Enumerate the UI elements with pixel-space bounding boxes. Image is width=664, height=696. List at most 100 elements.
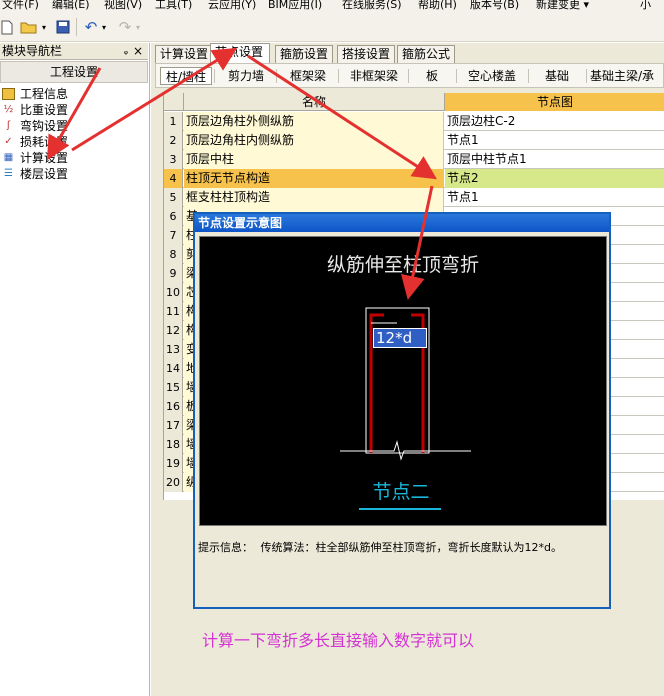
menu-cloud[interactable]: 云应用(Y) — [208, 0, 256, 12]
menu-more[interactable]: 小 — [640, 0, 651, 12]
row-number: 7 — [164, 226, 183, 245]
tab-label: 计算设置 — [160, 47, 209, 61]
menu-online[interactable]: 在线服务(S) — [342, 0, 402, 12]
toolbar: ▾ ↶ ▾ ↷ ▾ — [0, 12, 664, 42]
tab-separator — [586, 69, 587, 83]
tab-label: 搭接设置 — [342, 47, 391, 61]
save-icon[interactable] — [54, 17, 72, 37]
table-row[interactable]: 3 顶层中柱 顶层中柱节点1 — [164, 150, 664, 169]
column-header-node-diagram[interactable]: 节点图 — [445, 93, 664, 111]
menu-view[interactable]: 视图(V) — [104, 0, 142, 12]
row-name-cell[interactable]: 顶层中柱 — [184, 150, 444, 169]
tab-shear-wall[interactable]: 剪力墙 — [218, 67, 274, 85]
menu-tools[interactable]: 工具(T) — [155, 0, 192, 12]
tab-hollow-floor[interactable]: 空心楼盖 — [460, 67, 524, 85]
row-number: 14 — [164, 359, 183, 378]
nav-item-floor[interactable]: ☰ 楼层设置 — [0, 166, 148, 182]
row-number: 16 — [164, 397, 183, 416]
nav-item-label: 比重设置 — [20, 103, 69, 117]
nav-item-loss[interactable]: ✓ 损耗设置 — [0, 134, 148, 150]
row-number: 15 — [164, 378, 183, 397]
tab-foundation-main-beam[interactable]: 基础主梁/承 — [590, 67, 664, 85]
tab-label: 非框架梁 — [349, 69, 398, 83]
nav-section-header[interactable]: 工程设置 — [0, 61, 148, 83]
tab-separator — [276, 69, 277, 83]
row-number: 10 — [164, 283, 183, 302]
table-row[interactable]: 1 顶层边角柱外侧纵筋 顶层边柱C-2 — [164, 112, 664, 131]
table-row[interactable]: 2 顶层边角柱内侧纵筋 节点1 — [164, 131, 664, 150]
row-name-cell[interactable]: 柱顶无节点构造 — [184, 169, 444, 188]
row-name-cell[interactable]: 框支柱柱顶构造 — [184, 188, 444, 207]
toolbar-separator — [76, 18, 77, 36]
grid-header: 名称 节点图 — [164, 93, 664, 111]
tab-foundation[interactable]: 基础 — [532, 67, 582, 85]
nav-section-label: 工程设置 — [49, 65, 98, 79]
redo-icon[interactable]: ↷ — [116, 17, 134, 37]
hook-icon: ʃ — [6, 120, 11, 131]
redo-dropdown-icon[interactable]: ▾ — [134, 17, 142, 37]
row-node-cell[interactable]: 节点1 — [445, 188, 664, 207]
close-icon[interactable]: × — [133, 43, 143, 60]
nav-item-label: 计算设置 — [20, 151, 69, 165]
tab-non-frame-beam[interactable]: 非框架梁 — [342, 67, 406, 85]
row-number: 3 — [164, 150, 183, 169]
tab-frame-beam[interactable]: 框架梁 — [280, 67, 336, 85]
tab-label: 板 — [425, 69, 438, 83]
menu-version[interactable]: 版本号(B) — [470, 0, 519, 12]
tab-lap-settings[interactable]: 搭接设置 — [337, 45, 395, 64]
row-number: 1 — [164, 112, 183, 131]
calc-icon: ▦ — [3, 152, 14, 163]
column-header-name[interactable]: 名称 — [184, 93, 445, 111]
tab-separator — [408, 69, 409, 83]
row-node-cell[interactable]: 顶层边柱C-2 — [445, 112, 664, 131]
table-row[interactable]: 4 柱顶无节点构造 节点2 — [164, 169, 664, 188]
hint-text: 传统算法：柱全部纵筋伸至柱顶弯折，弯折长度默认为12*d。 — [260, 541, 562, 554]
tab-label: 箍筋设置 — [280, 47, 329, 61]
undo-icon[interactable]: ↶ — [82, 17, 100, 37]
nav-item-ratio[interactable]: ½ 比重设置 — [0, 102, 148, 118]
new-file-icon[interactable] — [0, 17, 14, 37]
table-row[interactable]: 5 框支柱柱顶构造 节点1 — [164, 188, 664, 207]
open-folder-icon[interactable] — [18, 17, 40, 37]
tab-slab[interactable]: 板 — [412, 67, 452, 85]
menu-help[interactable]: 帮助(H) — [418, 0, 457, 12]
menu-edit[interactable]: 编辑(E) — [52, 0, 90, 12]
node-diagram-canvas: 纵筋伸至柱顶弯折 节点二 — [199, 236, 607, 526]
row-number: 18 — [164, 435, 183, 454]
nav-list: 工程信息 ½ 比重设置 ʃ 弯钩设置 ✓ 损耗设置 ▦ 计算设置 ☰ 楼层设置 — [0, 86, 148, 182]
nav-item-hook[interactable]: ʃ 弯钩设置 — [0, 118, 148, 134]
tab-separator — [456, 69, 457, 83]
row-number: 19 — [164, 454, 183, 473]
undo-dropdown-icon[interactable]: ▾ — [100, 17, 108, 37]
menu-file[interactable]: 文件(F) — [2, 0, 39, 12]
component-tabs: 柱/墙柱 剪力墙 框架梁 非框架梁 板 空心楼盖 基础 基础主梁/承 — [155, 63, 664, 88]
menu-new-change[interactable]: 新建变更 ▾ — [536, 0, 589, 12]
tab-label: 基础主梁/承 — [590, 69, 655, 83]
tab-label: 剪力墙 — [227, 69, 264, 83]
pin-icon[interactable]: ᵩ — [124, 43, 128, 60]
row-node-cell[interactable]: 节点1 — [445, 131, 664, 150]
row-node-cell[interactable]: 顶层中柱节点1 — [445, 150, 664, 169]
open-dropdown-icon[interactable]: ▾ — [40, 17, 48, 37]
tab-stirrup-settings[interactable]: 箍筋设置 — [275, 45, 333, 64]
row-number: 17 — [164, 416, 183, 435]
tab-calc-settings[interactable]: 计算设置 — [155, 45, 211, 64]
nav-item-project-info[interactable]: 工程信息 — [0, 86, 148, 102]
row-name-cell[interactable]: 顶层边角柱外侧纵筋 — [184, 112, 444, 131]
tab-stirrup-formula[interactable]: 箍筋公式 — [397, 45, 455, 64]
hint-label: 提示信息： — [198, 541, 253, 554]
dialog-hint: 提示信息： 传统算法：柱全部纵筋伸至柱顶弯折，弯折长度默认为12*d。 — [198, 541, 608, 555]
row-name-cell[interactable]: 顶层边角柱内侧纵筋 — [184, 131, 444, 150]
tab-node-settings[interactable]: 节点设置 — [210, 43, 270, 64]
tab-column[interactable]: 柱/墙柱 — [160, 67, 212, 85]
loss-icon: ✓ — [4, 136, 13, 147]
menu-bim[interactable]: BIM应用(I) — [268, 0, 322, 12]
nav-item-calc[interactable]: ▦ 计算设置 — [0, 150, 148, 166]
row-node-cell[interactable]: 节点2 — [445, 169, 664, 188]
tab-separator — [214, 69, 215, 83]
bend-length-input[interactable] — [373, 328, 427, 348]
node-diagram-dialog: 节点设置示意图 纵筋伸至柱顶弯折 节点二 提示信息： 传统算法：柱全部纵筋伸至柱… — [193, 212, 611, 609]
row-number: 2 — [164, 131, 183, 150]
dialog-title[interactable]: 节点设置示意图 — [195, 214, 609, 232]
row-number: 11 — [164, 302, 183, 321]
